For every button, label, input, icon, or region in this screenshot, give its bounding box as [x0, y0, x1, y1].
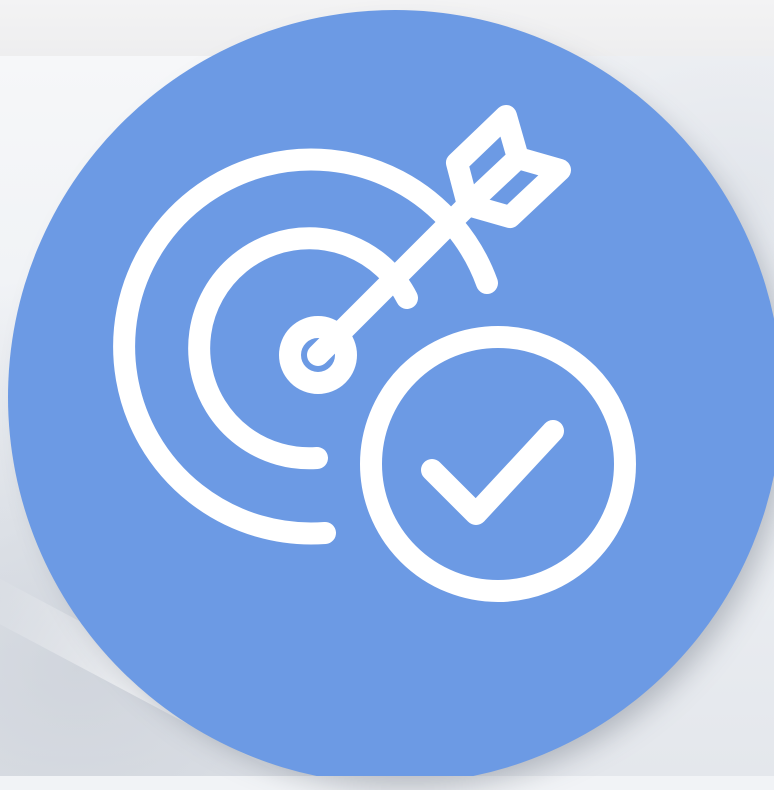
goal-achieved-badge: [8, 10, 774, 776]
